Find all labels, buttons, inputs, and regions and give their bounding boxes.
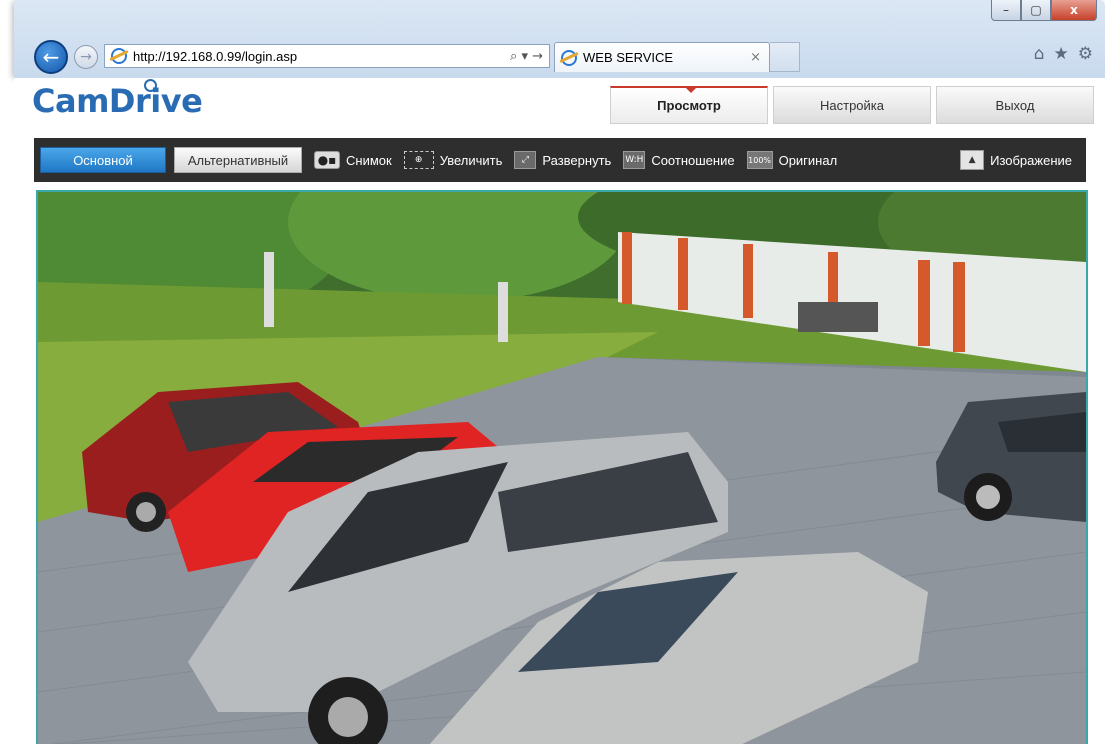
fullscreen-icon: ⤢ bbox=[514, 151, 537, 169]
snapshot-button[interactable]: ●▪ Снимок bbox=[314, 151, 392, 169]
zoom-in-icon: ⊕ bbox=[403, 151, 434, 169]
expand-button[interactable]: ⤢ Развернуть bbox=[514, 151, 611, 169]
main-tabs: Просмотр Настройка Выход bbox=[610, 86, 1099, 124]
zoom-label: Увеличить bbox=[439, 152, 503, 168]
image-icon: ▲ bbox=[960, 150, 985, 170]
original-button[interactable]: 100% Оригинал bbox=[746, 151, 838, 169]
logo-text: CamDrive bbox=[32, 82, 203, 120]
home-icon[interactable]: ⌂ bbox=[1034, 44, 1045, 64]
tab-title: WEB SERVICE bbox=[583, 50, 674, 65]
camdrive-logo: CamDrive bbox=[32, 79, 203, 120]
app-page: CamDrive Просмотр Настройка Выход Основн… bbox=[14, 78, 1105, 744]
minimize-button[interactable]: – bbox=[991, 0, 1021, 21]
alternate-stream-button[interactable]: Альтернативный bbox=[174, 147, 302, 173]
window-controls: – ▢ x bbox=[991, 0, 1097, 21]
browser-toolbar-icons: ⌂ ★ ⚙ bbox=[1034, 44, 1093, 64]
arrow-left-icon: ← bbox=[42, 45, 60, 69]
close-window-button[interactable]: x bbox=[1051, 0, 1097, 21]
arrow-right-icon: → bbox=[80, 49, 92, 65]
tab-settings[interactable]: Настройка bbox=[773, 86, 931, 124]
ratio-label: Соотношение bbox=[651, 152, 735, 168]
address-tools[interactable]: ⌕ ▾ → bbox=[510, 49, 543, 64]
address-url[interactable]: http://192.168.0.99/login.asp bbox=[133, 49, 510, 64]
expand-label: Развернуть bbox=[542, 152, 612, 168]
camera-view-image bbox=[38, 192, 1086, 744]
browser-tab[interactable]: WEB SERVICE × bbox=[554, 42, 770, 72]
zoom-button[interactable]: ⊕ Увеличить bbox=[403, 151, 503, 169]
browser-chrome: – ▢ x ← → http://192.168.0.99/login.asp … bbox=[14, 0, 1105, 78]
image-label: Изображение bbox=[990, 152, 1072, 168]
original-label: Оригинал bbox=[778, 152, 838, 168]
logo-ring-icon bbox=[144, 79, 157, 92]
camera-icon: ●▪ bbox=[314, 151, 340, 169]
new-tab-button[interactable] bbox=[770, 42, 800, 72]
maximize-button[interactable]: ▢ bbox=[1021, 0, 1051, 21]
back-button[interactable]: ← bbox=[34, 40, 68, 74]
ie-icon bbox=[111, 48, 127, 64]
ratio-button[interactable]: W:H Соотношение bbox=[623, 151, 735, 169]
video-toolbar: Основной Альтернативный ●▪ Снимок ⊕ Увел… bbox=[34, 138, 1086, 182]
snapshot-label: Снимок bbox=[346, 152, 392, 168]
forward-button[interactable]: → bbox=[74, 45, 98, 69]
aspect-ratio-icon: W:H bbox=[623, 151, 646, 169]
tab-close-button[interactable]: × bbox=[750, 50, 761, 65]
primary-stream-button[interactable]: Основной bbox=[40, 147, 166, 173]
video-feed[interactable] bbox=[36, 190, 1088, 744]
address-bar[interactable]: http://192.168.0.99/login.asp ⌕ ▾ → bbox=[104, 44, 550, 68]
gear-icon[interactable]: ⚙ bbox=[1078, 44, 1093, 64]
star-icon[interactable]: ★ bbox=[1054, 44, 1069, 64]
tab-logout[interactable]: Выход bbox=[936, 86, 1094, 124]
original-size-icon: 100% bbox=[746, 151, 773, 169]
tab-view[interactable]: Просмотр bbox=[610, 86, 768, 124]
ie-tab-icon bbox=[561, 49, 577, 66]
image-settings-button[interactable]: ▲ Изображение bbox=[960, 150, 1072, 170]
